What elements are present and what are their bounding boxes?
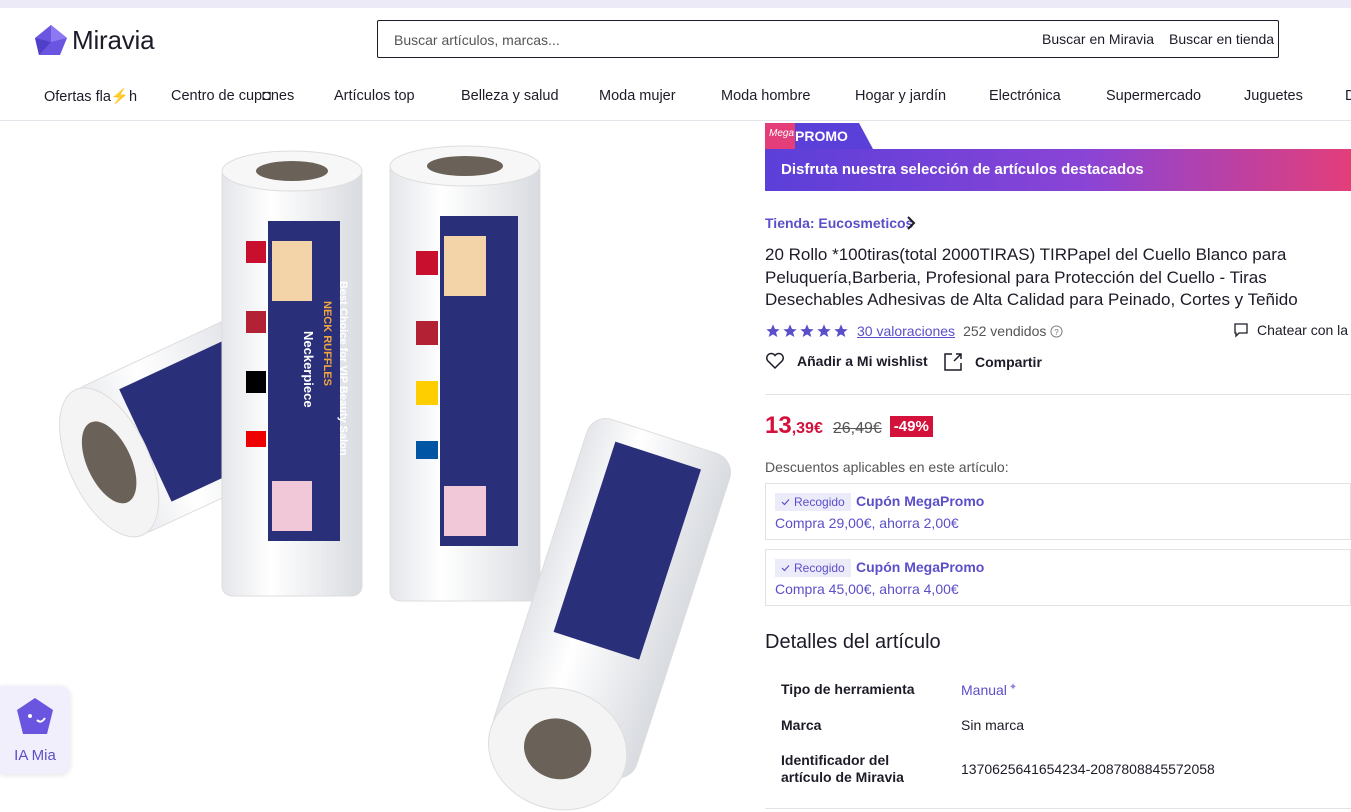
detail-value-brand: Sin marca: [961, 717, 1025, 733]
megapromo-badge: Mega PROMO: [765, 123, 873, 149]
add-to-wishlist-button[interactable]: Añadir a Mi wishlist: [765, 352, 928, 370]
promo-banner[interactable]: Disfruta nuestra selección de artículos …: [765, 149, 1351, 191]
promo-badge-small-text: Mega: [769, 128, 794, 139]
nav-item-toys[interactable]: Juguetes: [1244, 88, 1303, 104]
coupon-title: Cupón MegaPromo: [856, 493, 985, 509]
divider: [765, 394, 1351, 395]
price-decimal: ,39€: [791, 420, 823, 437]
detail-key-item-id: Identificador del artículo de Miravia: [781, 752, 904, 785]
nav-item-more[interactable]: D: [1345, 88, 1351, 104]
nav-item-women[interactable]: Moda mujer: [599, 88, 676, 104]
miravia-logo[interactable]: Miravia: [34, 24, 155, 56]
star-rating: [765, 323, 849, 339]
search-store-button[interactable]: Buscar en tienda: [1169, 21, 1274, 57]
promo-banner-text: Disfruta nuestra selección de artículos …: [781, 161, 1144, 178]
chat-label: Chatear con la tienda: [1257, 322, 1351, 338]
share-label: Compartir: [975, 354, 1042, 370]
coupon-tag-label: Recogido: [794, 495, 845, 509]
store-link[interactable]: Tienda: Eucosmeticos: [765, 215, 913, 231]
chevron-right-icon[interactable]: [904, 213, 918, 233]
search-input[interactable]: [392, 21, 996, 59]
wishlist-label: Añadir a Mi wishlist: [797, 353, 928, 369]
top-strip: [0, 0, 1351, 8]
detail-value-tool-type-text: Manual: [961, 682, 1007, 698]
star-icon: [766, 324, 780, 337]
assistant-icon: [17, 698, 53, 734]
detail-key-brand: Marca: [781, 717, 822, 733]
price-row: 13 ,39€ 26,49€ -49%: [765, 412, 933, 440]
original-price: 26,49€: [832, 420, 882, 437]
detail-key-tool-type: Tipo de herramienta: [781, 681, 915, 697]
share-icon: [944, 353, 962, 371]
share-button[interactable]: Compartir: [943, 352, 1042, 372]
sold-count: 252 vendidos: [963, 323, 1047, 339]
chat-with-store-button[interactable]: Chatear con la tienda: [1233, 322, 1351, 338]
coupon-tag-label: Recogido: [794, 561, 845, 575]
details-heading: Detalles del artículo: [765, 631, 941, 653]
coupon-title: Cupón MegaPromo: [856, 559, 985, 575]
image-brand-text: Neckerpiece: [301, 331, 316, 408]
check-icon: [781, 499, 790, 506]
star-icon: [800, 324, 814, 337]
category-nav: Ofertas fla⚡h Centro de cup◘nes Artículo…: [0, 80, 1351, 121]
heart-icon: [766, 352, 784, 370]
brand-name: Miravia: [72, 24, 155, 55]
price-integer: 13: [765, 412, 792, 439]
coupon-card[interactable]: Recogido Cupón MegaPromo Compra 29,00€, …: [765, 483, 1351, 540]
product-image[interactable]: Neckerpiece NECK RUFFLES Best Choice for…: [0, 121, 755, 812]
nav-item-home[interactable]: Hogar y jardín: [855, 88, 946, 104]
nav-item-coupons[interactable]: Centro de cup◘nes: [171, 88, 294, 104]
coupon-condition: Compra 29,00€, ahorra 2,00€: [775, 515, 959, 531]
discount-badge: -49%: [889, 415, 933, 437]
star-icon: [834, 324, 848, 337]
detail-value-tool-type[interactable]: Manual ✦: [961, 682, 1017, 698]
svg-text:?: ?: [1055, 326, 1060, 336]
chat-icon: [1234, 323, 1248, 338]
image-line1-text: NECK RUFFLES: [321, 301, 333, 386]
nav-item-men[interactable]: Moda hombre: [721, 88, 810, 104]
rating-row: 30 valoraciones 252 vendidos ?: [765, 321, 1063, 341]
star-icon: [783, 324, 797, 337]
info-icon[interactable]: ?: [1050, 324, 1063, 338]
nav-item-flash-deals[interactable]: Ofertas fla⚡h: [44, 88, 137, 105]
detail-value-item-id: 1370625641654234-2087808845572058: [961, 761, 1215, 777]
reviews-link[interactable]: 30 valoraciones: [857, 323, 955, 339]
miravia-logo-icon: [35, 25, 67, 55]
search-bar: Buscar en Miravia Buscar en tienda: [377, 20, 1279, 59]
coupon-collected-tag: Recogido: [775, 493, 851, 511]
nav-item-top-items[interactable]: Artículos top: [334, 88, 415, 104]
star-icon: [817, 324, 831, 337]
image-line2-text: Best Choice for VIP Beauty Salon: [337, 281, 349, 456]
nav-item-electronics[interactable]: Electrónica: [989, 88, 1061, 104]
search-miravia-button[interactable]: Buscar en Miravia: [1042, 21, 1154, 57]
sparkle-icon: ✦: [1008, 682, 1018, 693]
discounts-label: Descuentos aplicables en este artículo:: [765, 459, 1009, 475]
promo-badge-big-text: PROMO: [795, 128, 848, 144]
divider: [765, 808, 1351, 809]
coupon-collected-tag: Recogido: [775, 559, 851, 577]
product-title: 20 Rollo *100tiras(total 2000TIRAS) TIRP…: [765, 245, 1298, 309]
product-photo: Neckerpiece NECK RUFFLES Best Choice for…: [59, 145, 731, 811]
check-icon: [781, 565, 790, 572]
nav-item-supermarket[interactable]: Supermercado: [1106, 88, 1201, 104]
nav-item-beauty[interactable]: Belleza y salud: [461, 88, 559, 104]
coupon-card[interactable]: Recogido Cupón MegaPromo Compra 45,00€, …: [765, 549, 1351, 606]
coupon-condition: Compra 45,00€, ahorra 4,00€: [775, 581, 959, 597]
assistant-label: IA Mia: [14, 747, 56, 764]
ia-mia-assistant-button[interactable]: IA Mia: [0, 686, 70, 774]
